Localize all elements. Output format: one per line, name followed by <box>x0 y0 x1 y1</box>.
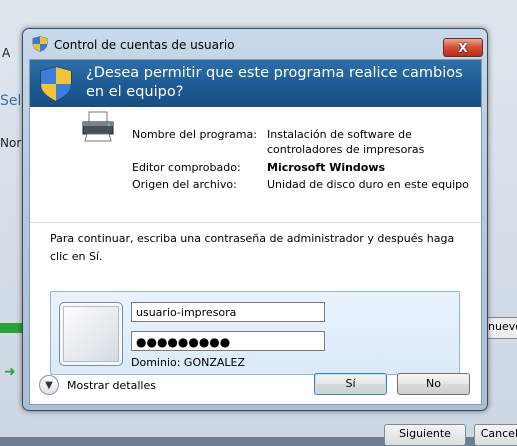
program-name-value-line1: Instalación de software de <box>267 128 412 141</box>
chevron-down-icon: ▼ <box>39 375 59 395</box>
program-name-value-line2: controladores de impresoras <box>267 143 425 156</box>
dialog-client-area: ¿Desea permitir que este programa realic… <box>29 59 482 405</box>
close-button[interactable]: X <box>443 38 483 57</box>
uac-question: ¿Desea permitir que este programa realic… <box>86 65 463 100</box>
password-field[interactable]: ●●●●●●●●● <box>131 331 325 351</box>
publisher-value: Microsoft Windows <box>267 161 386 174</box>
username-field[interactable]: usuario-impresora <box>131 302 325 322</box>
divider <box>30 222 481 223</box>
bg-fragment-nor: Nor <box>0 136 22 150</box>
show-details-label: Mostrar detalles <box>67 378 156 392</box>
printer-icon <box>82 111 114 142</box>
uac-dialog: Control de cuentas de usuario X ¿Desea p… <box>22 28 488 411</box>
publisher-label: Editor comprobado: <box>132 161 241 174</box>
dialog-title: Control de cuentas de usuario <box>54 38 235 52</box>
admin-prompt-text: Para continuar, escriba una contraseña d… <box>50 232 455 263</box>
bg-siguiente-button: Siguiente <box>384 424 466 446</box>
bg-fragment-a: A <box>2 46 11 60</box>
bg-nuevo-button: nuevo <box>484 317 517 339</box>
title-bar: Control de cuentas de usuario X <box>23 29 487 59</box>
no-button[interactable]: No <box>397 373 470 395</box>
program-name-label: Nombre del programa: <box>132 128 257 141</box>
bg-arrow-icon: ➜ <box>4 364 16 380</box>
origin-label: Origen del archivo: <box>132 178 237 191</box>
show-details-toggle[interactable]: ▼ Mostrar detalles <box>39 375 156 395</box>
uac-shield-large-icon <box>40 66 72 102</box>
bg-cancelar-button: Cancelar <box>474 424 517 446</box>
user-tile-icon <box>59 302 123 366</box>
bg-progress-fragment <box>0 323 22 333</box>
header-band: ¿Desea permitir que este programa realic… <box>30 60 481 107</box>
yes-button[interactable]: Sí <box>314 373 387 395</box>
close-icon: X <box>458 40 468 55</box>
origin-value: Unidad de disco duro en este equipo <box>267 178 469 191</box>
uac-shield-icon <box>32 36 48 52</box>
dialog-footer: ▼ Mostrar detalles Sí No <box>29 361 480 403</box>
